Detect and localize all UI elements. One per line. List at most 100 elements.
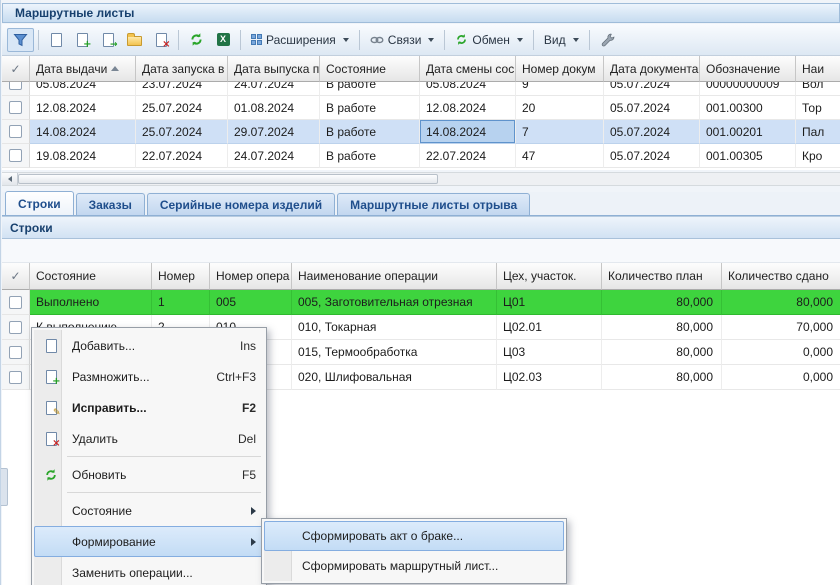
cell[interactable]: Вол <box>796 82 840 96</box>
column-header[interactable]: Обозначение <box>700 56 796 82</box>
tab-serial-numbers[interactable]: Серийные номера изделий <box>147 193 335 215</box>
row-checkbox[interactable] <box>9 101 22 114</box>
cell[interactable]: 80,000 <box>602 315 722 340</box>
view-menu-button[interactable]: Вид <box>538 28 585 52</box>
cell[interactable]: 05.07.2024 <box>604 82 700 96</box>
cell[interactable]: 25.07.2024 <box>136 96 228 120</box>
duplicate-document-button[interactable]: → <box>95 28 121 52</box>
cell[interactable]: 015, Термообработка <box>292 340 497 365</box>
cell[interactable]: 7 <box>516 120 604 144</box>
column-header[interactable]: Номер <box>152 263 210 290</box>
cell[interactable]: 24.07.2024 <box>228 82 320 96</box>
cell[interactable]: 12.08.2024 <box>30 96 136 120</box>
cell[interactable]: 80,000 <box>602 365 722 390</box>
cell[interactable]: 22.07.2024 <box>136 144 228 168</box>
submenu-item-generate-route-sheet[interactable]: Сформировать маршрутный лист... <box>264 551 564 581</box>
table-row[interactable]: 19.08.202422.07.202424.07.2024В работе22… <box>2 144 840 168</box>
cell[interactable]: 25.07.2024 <box>136 120 228 144</box>
table-row[interactable]: Выполнено1005005, Заготовительная отрезн… <box>2 290 840 315</box>
tab-lines[interactable]: Строки <box>5 191 74 215</box>
cell[interactable]: Ц02.01 <box>497 315 602 340</box>
menu-item-state[interactable]: Состояние <box>34 495 264 526</box>
settings-button[interactable] <box>594 28 622 52</box>
select-column-header[interactable]: ✓ <box>2 56 30 82</box>
menu-item-generate[interactable]: Формирование <box>34 526 264 557</box>
cell[interactable]: Пал <box>796 120 840 144</box>
open-document-button[interactable] <box>121 28 148 52</box>
table-row[interactable]: 12.08.202425.07.202401.08.2024В работе12… <box>2 96 840 120</box>
column-header[interactable]: Дата смены сос <box>420 56 516 82</box>
column-header[interactable]: Наи <box>796 56 840 82</box>
column-header[interactable]: Количество сдано <box>722 263 840 290</box>
cell[interactable]: Тор <box>796 96 840 120</box>
cell[interactable]: 23.07.2024 <box>136 82 228 96</box>
scrollbar-thumb[interactable] <box>18 174 438 184</box>
cell[interactable]: 47 <box>516 144 604 168</box>
row-checkbox[interactable] <box>9 149 22 162</box>
select-column-header[interactable]: ✓ <box>2 263 30 290</box>
cell[interactable]: Ц03 <box>497 340 602 365</box>
cell[interactable]: 80,000 <box>602 290 722 315</box>
new-document-button[interactable] <box>43 28 69 52</box>
add-document-button[interactable]: + <box>69 28 95 52</box>
column-header[interactable]: Количество план <box>602 263 722 290</box>
horizontal-scrollbar[interactable] <box>2 172 840 186</box>
tab-orders[interactable]: Заказы <box>76 193 145 215</box>
cell[interactable]: 12.08.2024 <box>420 96 516 120</box>
menu-item-add[interactable]: Добавить...Ins <box>34 330 264 361</box>
cell[interactable]: 0,000 <box>722 365 840 390</box>
column-header[interactable]: Номер докум <box>516 56 604 82</box>
cell[interactable]: 19.08.2024 <box>30 144 136 168</box>
cell[interactable]: 80,000 <box>722 290 840 315</box>
excel-export-button[interactable]: X <box>210 28 236 52</box>
cell[interactable]: 005 <box>210 290 292 315</box>
row-checkbox[interactable] <box>9 371 22 384</box>
table-row[interactable]: 05.08.202423.07.202424.07.2024В работе05… <box>2 82 840 96</box>
cell[interactable]: Кро <box>796 144 840 168</box>
row-checkbox[interactable] <box>9 321 22 334</box>
column-header[interactable]: Цех, участок. <box>497 263 602 290</box>
row-checkbox[interactable] <box>9 296 22 309</box>
cell[interactable]: В работе <box>320 96 420 120</box>
cell[interactable]: 24.07.2024 <box>228 144 320 168</box>
delete-document-button[interactable]: × <box>148 28 174 52</box>
column-header[interactable]: Состояние <box>320 56 420 82</box>
cell[interactable]: 0,000 <box>722 340 840 365</box>
cell[interactable]: 14.08.2024 <box>30 120 136 144</box>
cell[interactable]: 05.07.2024 <box>604 144 700 168</box>
links-menu-button[interactable]: Связи <box>364 28 441 52</box>
cell[interactable]: Ц02.03 <box>497 365 602 390</box>
cell[interactable]: 010, Токарная <box>292 315 497 340</box>
submenu-item-generate-defect-act[interactable]: Сформировать акт о браке... <box>264 521 564 551</box>
column-header[interactable]: Номер опера <box>210 263 292 290</box>
row-checkbox[interactable] <box>9 82 22 90</box>
menu-item-refresh[interactable]: ОбновитьF5 <box>34 459 264 490</box>
cell[interactable]: 80,000 <box>602 340 722 365</box>
cell[interactable]: 22.07.2024 <box>420 144 516 168</box>
cell[interactable]: Выполнено <box>30 290 152 315</box>
filter-button[interactable] <box>7 28 34 52</box>
table-row[interactable]: 14.08.202425.07.202429.07.2024В работе14… <box>2 120 840 144</box>
scroll-left-button[interactable] <box>2 173 18 185</box>
cell[interactable]: 05.07.2024 <box>604 96 700 120</box>
menu-item-delete[interactable]: ×УдалитьDel <box>34 423 264 454</box>
column-header[interactable]: Дата выдачи <box>30 56 136 82</box>
cell[interactable]: В работе <box>320 144 420 168</box>
cell[interactable]: Ц01 <box>497 290 602 315</box>
cell[interactable]: 001.00305 <box>700 144 796 168</box>
menu-item-duplicate[interactable]: +Размножить...Ctrl+F3 <box>34 361 264 392</box>
cell[interactable]: В работе <box>320 82 420 96</box>
column-header[interactable]: Наименование операции <box>292 263 497 290</box>
cell[interactable]: 20 <box>516 96 604 120</box>
cell[interactable]: 020, Шлифовальная <box>292 365 497 390</box>
row-checkbox[interactable] <box>9 346 22 359</box>
cell[interactable]: 05.08.2024 <box>420 82 516 96</box>
vertical-scrollbar-thumb[interactable] <box>1 468 8 506</box>
cell[interactable]: 005, Заготовительная отрезная <box>292 290 497 315</box>
tab-tear-off-route-sheets[interactable]: Маршрутные листы отрыва <box>337 193 530 215</box>
cell[interactable]: 70,000 <box>722 315 840 340</box>
cell[interactable]: 14.08.2024 <box>420 120 516 144</box>
cell[interactable]: В работе <box>320 120 420 144</box>
cell[interactable]: 29.07.2024 <box>228 120 320 144</box>
cell[interactable]: 05.08.2024 <box>30 82 136 96</box>
